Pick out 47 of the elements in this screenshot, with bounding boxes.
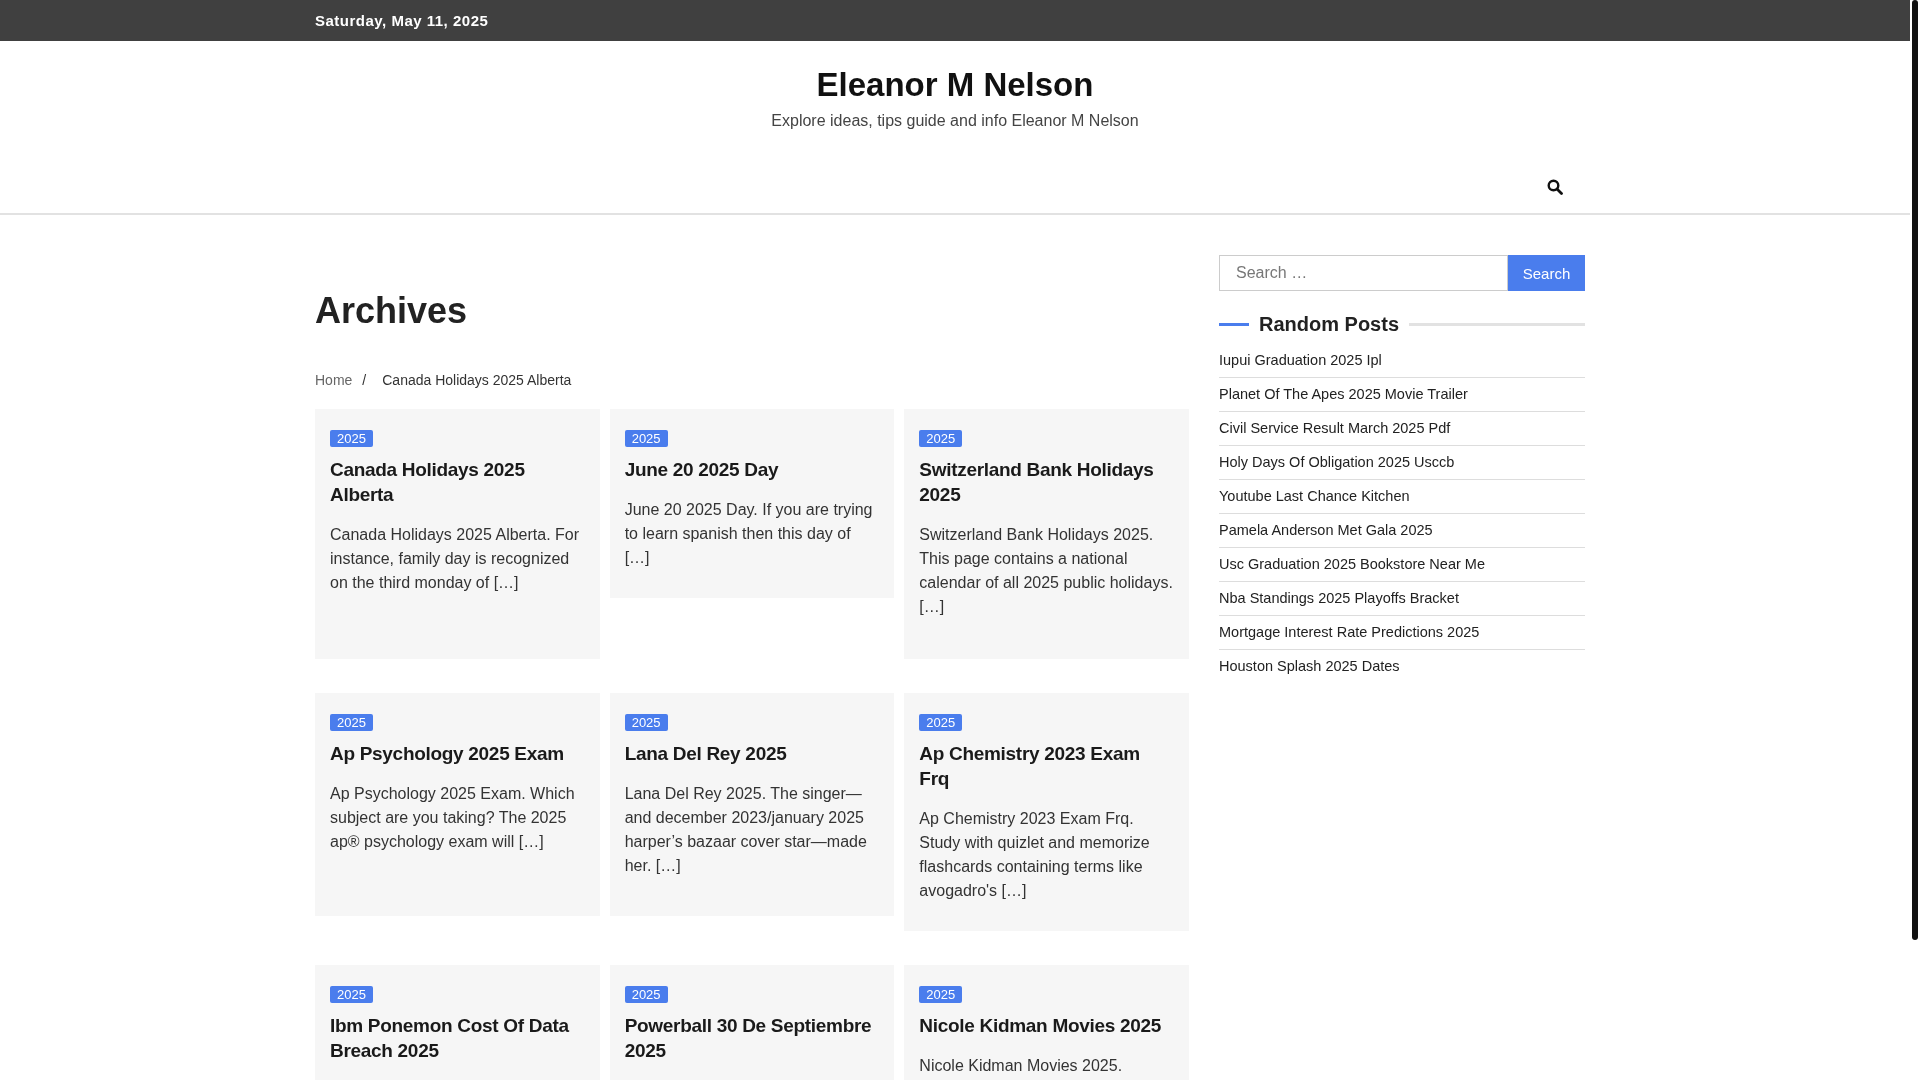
post-excerpt: Nicole Kidman Movies 2025. <box>919 1056 1124 1076</box>
category-tag[interactable]: 2025 <box>330 986 373 1003</box>
post-title[interactable]: Lana Del Rey 2025 <box>624 741 880 766</box>
post-title[interactable]: Ap Psychology 2025 Exam <box>330 741 585 766</box>
category-tag[interactable]: 2025 <box>624 714 668 731</box>
post-excerpt: June 20 2025 Day. If you are trying to learn spanish then this day of […] <box>624 500 874 568</box>
post-title[interactable]: Canada Holidays 2025 Alberta <box>330 457 585 507</box>
page-title: Archives <box>315 289 469 332</box>
post-excerpt: Ap Psychology 2025 Exam. Which subject are you taking? The 2025 ap® psychology exam will […] <box>330 784 576 852</box>
post-excerpt: Ap Chemistry 2023 Exam Frq. Study with quizlet and memorize flashcards containing terms like avogadro's […] <box>919 809 1151 901</box>
breadcrumb-separator: / <box>362 372 367 388</box>
random-post-link[interactable]: Iupui Graduation 2025 Ipl <box>1219 352 1382 368</box>
widget-title: Random Posts <box>1259 313 1400 336</box>
random-post-link[interactable]: Holy Days Of Obligation 2025 Usccb <box>1219 454 1455 470</box>
random-post-link[interactable]: Usc Graduation 2025 Bookstore Near Me <box>1219 556 1485 572</box>
category-tag[interactable]: 2025 <box>919 430 963 447</box>
post-title[interactable]: Ap Chemistry 2023 Exam Frq <box>919 741 1174 791</box>
random-post-link[interactable]: Houston Splash 2025 Dates <box>1219 658 1400 674</box>
random-post-link[interactable]: Mortgage Interest Rate Predictions 2025 <box>1219 624 1480 640</box>
search-button[interactable]: Search <box>1508 255 1585 291</box>
category-tag[interactable]: 2025 <box>919 714 963 731</box>
post-title[interactable]: June 20 2025 Day <box>624 457 880 482</box>
site-title[interactable]: Eleanor M Nelson <box>816 66 1094 104</box>
post-excerpt: Switzerland Bank Holidays 2025. This page contains a national calendar of all 2025 public holidays. […] <box>919 525 1174 617</box>
random-post-link[interactable]: Civil Service Result March 2025 Pdf <box>1219 420 1451 436</box>
breadcrumb-current: Canada Holidays 2025 Alberta <box>382 372 572 388</box>
category-tag[interactable]: 2025 <box>624 430 668 447</box>
post-excerpt: Lana Del Rey 2025. The singer—and december 2023/january 2025 harper’s bazaar cover star—made her. […] <box>624 784 868 876</box>
post-title[interactable]: Powerball 30 De Septiembre 2025 <box>624 1013 880 1063</box>
search-field[interactable]: Search … <box>1219 255 1508 291</box>
post-excerpt: Canada Holidays 2025 Alberta. For instance, family day is recognized on the third monday of […] <box>330 525 581 593</box>
post-title[interactable]: Switzerland Bank Holidays 2025 <box>919 457 1174 507</box>
category-tag[interactable]: 2025 <box>330 430 373 447</box>
category-tag[interactable]: 2025 <box>330 714 373 731</box>
post-title[interactable]: Nicole Kidman Movies 2025 <box>919 1013 1174 1038</box>
random-post-link[interactable]: Youtube Last Chance Kitchen <box>1219 488 1410 504</box>
random-post-link[interactable]: Nba Standings 2025 Playoffs Bracket <box>1219 590 1459 606</box>
category-tag[interactable]: 2025 <box>624 986 668 1003</box>
random-post-link[interactable]: Planet Of The Apes 2025 Movie Trailer <box>1219 386 1468 402</box>
search-icon[interactable] <box>1547 179 1563 195</box>
random-post-link[interactable]: Pamela Anderson Met Gala 2025 <box>1219 522 1433 538</box>
post-title[interactable]: Ibm Ponemon Cost Of Data Breach 2025 <box>330 1013 585 1063</box>
breadcrumb-link[interactable]: Home <box>315 372 353 388</box>
date-text: Saturday, May 11, 2025 <box>315 11 489 29</box>
category-tag[interactable]: 2025 <box>919 986 963 1003</box>
accent-line <box>1219 323 1249 326</box>
tagline: Explore ideas, tips guide and info Eleanor M Nelson <box>770 112 1140 130</box>
